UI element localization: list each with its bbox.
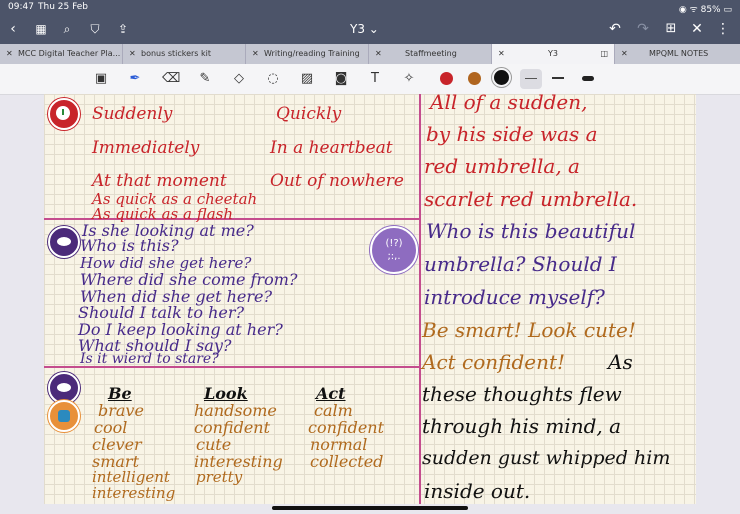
close-tab-icon[interactable]: ✕: [375, 44, 382, 64]
tab-bonus-stickers[interactable]: ✕ bonus stickers kit: [123, 44, 246, 64]
color-swatch-brown[interactable]: [468, 72, 481, 85]
document-tabs: ✕ MCC Digital Teacher Pla... ✕ bonus stick…: [0, 44, 740, 64]
story-line-black: sudden gust whipped him: [422, 447, 671, 469]
back-icon[interactable]: ‹: [4, 20, 22, 38]
tab-label: bonus stickers kit: [141, 49, 212, 58]
punctuation-sticker-text: (!?) ;:,.: [385, 238, 403, 262]
look-word: pretty: [196, 468, 243, 486]
story-line-gold: Act confident!: [422, 350, 566, 374]
opener-at-that-moment: At that moment: [92, 171, 227, 191]
pen-icon[interactable]: ✒: [126, 70, 144, 88]
shapes-icon[interactable]: ◇: [230, 70, 248, 88]
tab-staffmeeting[interactable]: ✕ Staffmeeting: [369, 44, 492, 64]
split-view-icon[interactable]: ◫: [600, 44, 608, 64]
stroke-medium-button[interactable]: [552, 77, 564, 79]
top-toolbar: ‹ ▦ ⌕ ⛉ ⇪ Y3 ⌄ ↶ ↷ ⊞ ✕ ⋮: [0, 14, 740, 44]
text-tool-icon[interactable]: T: [366, 70, 384, 88]
story-line-purple: Who is this beautiful: [426, 219, 636, 243]
act-word: collected: [310, 452, 384, 471]
story-line-black: inside out.: [424, 479, 531, 503]
story-line-purple: umbrella? Should I: [424, 252, 617, 276]
status-time: 09:47: [8, 2, 34, 12]
grid-view-icon[interactable]: ▦: [32, 20, 50, 38]
stroke-thin-button[interactable]: [520, 69, 542, 89]
speech-bubble-sticker-icon: [48, 226, 80, 258]
image-icon[interactable]: ▨: [298, 70, 316, 88]
add-page-icon[interactable]: ⊞: [662, 20, 680, 38]
pen-toolbar: ▣ ✒ ⌫ ✎ ◇ ◌ ▨ ◙ T ✧: [0, 64, 740, 95]
opener-out-of-nowhere: Out of nowhere: [270, 171, 404, 191]
camera-icon[interactable]: ◙: [332, 70, 350, 88]
color-swatch-red[interactable]: [440, 72, 453, 85]
tab-writing-reading[interactable]: ✕ Writing/reading Training: [246, 44, 369, 64]
highlighter-icon[interactable]: ✎: [196, 70, 214, 88]
story-line-red: red umbrella, a: [424, 154, 580, 178]
home-indicator[interactable]: [272, 506, 468, 510]
opener-heartbeat: In a heartbeat: [270, 138, 393, 158]
punctuation-sticker: (!?) ;:,.: [370, 226, 418, 274]
story-line-gold: Be smart! Look cute!: [422, 318, 636, 342]
page-divider-vertical: [419, 94, 421, 504]
timer-sticker-icon: [48, 98, 80, 130]
color-swatch-black[interactable]: [494, 70, 509, 85]
lasso-reader-icon[interactable]: ▣: [92, 70, 110, 88]
close-tab-icon[interactable]: ✕: [498, 44, 505, 64]
eraser-icon[interactable]: ⌫: [162, 70, 180, 88]
opener-suddenly: Suddenly: [92, 104, 173, 124]
notebook-page[interactable]: (!?) ;:,. Suddenly Immediately At that m…: [44, 94, 696, 504]
close-tab-icon[interactable]: ✕: [621, 44, 628, 64]
search-icon[interactable]: ⌕: [58, 20, 76, 38]
story-line-red: scarlet red umbrella.: [424, 187, 638, 211]
tab-mpqml-notes[interactable]: ✕ MPQML NOTES: [615, 44, 740, 64]
lasso-icon[interactable]: ◌: [264, 70, 282, 88]
redo-icon[interactable]: ↷: [634, 20, 652, 38]
stroke-thin-icon: [525, 78, 537, 79]
story-line-purple: introduce myself?: [424, 285, 605, 309]
close-tab-icon[interactable]: ✕: [129, 44, 136, 64]
close-tab-icon[interactable]: ✕: [6, 44, 13, 64]
share-icon[interactable]: ⇪: [114, 20, 132, 38]
more-icon[interactable]: ⋮: [714, 20, 732, 38]
character-sticker-icon: [48, 400, 80, 432]
tab-label: Writing/reading Training: [264, 49, 360, 58]
story-line-black: through his mind, a: [422, 414, 622, 438]
opener-quickly: Quickly: [276, 104, 342, 124]
laser-pointer-icon[interactable]: ✧: [400, 70, 418, 88]
close-tab-icon[interactable]: ✕: [252, 44, 259, 64]
document-title[interactable]: Y3 ⌄: [350, 22, 379, 36]
story-line-red: All of a sudden,: [430, 94, 588, 114]
tab-y3[interactable]: ✕ Y3 ◫: [492, 44, 615, 64]
story-line-black: these thoughts flew: [422, 382, 622, 406]
tab-label: MCC Digital Teacher Pla...: [18, 49, 121, 58]
story-word-black: As: [608, 350, 633, 374]
question-line: Is it wierd to stare?: [80, 351, 219, 367]
stroke-thick-button[interactable]: [582, 76, 594, 81]
status-date: Thu 25 Feb: [38, 2, 89, 12]
tab-mcc-planner[interactable]: ✕ MCC Digital Teacher Pla...: [0, 44, 123, 64]
opener-immediately: Immediately: [92, 138, 200, 158]
be-word: interesting: [92, 484, 176, 502]
tab-label: MPQML NOTES: [649, 49, 709, 58]
question-line: Who is this?: [80, 236, 179, 255]
undo-icon[interactable]: ↶: [606, 20, 624, 38]
close-icon[interactable]: ✕: [688, 20, 706, 38]
tab-label: Y3: [548, 49, 558, 58]
status-bar: 09:47 Thu 25 Feb ◉ ᯤ 85% ▭: [0, 0, 740, 15]
bookmark-icon[interactable]: ⛉: [86, 20, 104, 38]
story-line-red: by his side was a: [426, 122, 598, 146]
tab-label: Staffmeeting: [405, 49, 457, 58]
